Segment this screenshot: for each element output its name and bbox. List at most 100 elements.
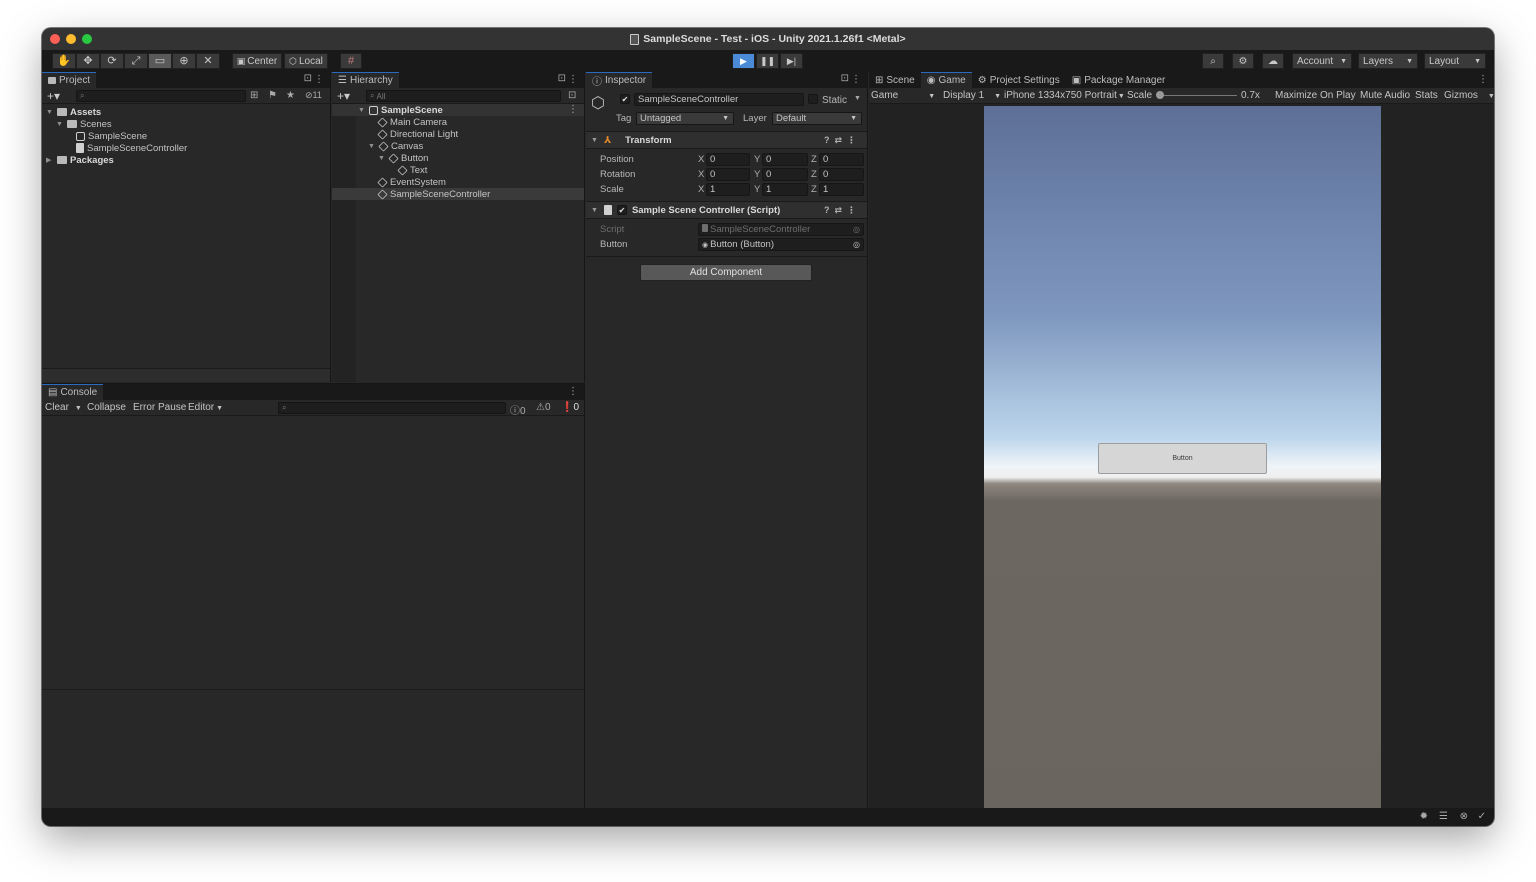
component-header-icons[interactable]: ?⇄⋮ (824, 205, 861, 216)
position-y-field[interactable]: 0 (762, 153, 808, 166)
object-name-field[interactable]: SampleSceneController (634, 93, 804, 106)
scene-visibility-icon[interactable]: ⊡ (568, 90, 576, 101)
object-picker-icon[interactable]: ◎ (853, 240, 860, 249)
static-checkbox[interactable] (808, 94, 818, 104)
maximize-window-button[interactable] (82, 34, 92, 44)
scale-x-field[interactable]: 1 (706, 183, 750, 196)
scale-tool-button[interactable]: ⤢ (124, 53, 148, 69)
cloud-button[interactable]: ☁ (1262, 53, 1284, 69)
tree-item-controller-script[interactable]: SampleSceneController (76, 142, 187, 154)
game-view-canvas[interactable]: Button (984, 106, 1381, 808)
hierarchy-item-text[interactable]: Text (397, 164, 427, 176)
tab-inspector[interactable]: ⓘ Inspector (586, 72, 653, 88)
play-button[interactable]: ▶ (732, 53, 755, 69)
scale-z-field[interactable]: 1 (819, 183, 864, 196)
script-component-header[interactable]: ▼ ✔ Sample Scene Controller (Script) ?⇄⋮ (586, 201, 867, 219)
kebab-menu-icon[interactable]: ⋮ (568, 386, 578, 397)
create-plus-button[interactable]: +▾ (47, 89, 60, 103)
static-dropdown-icon[interactable]: ▼ (854, 95, 861, 102)
close-window-button[interactable] (50, 34, 60, 44)
network-icon[interactable]: ⊗ (1460, 811, 1468, 822)
rotate-tool-button[interactable]: ⟳ (100, 53, 124, 69)
tab-package-manager[interactable]: ▣ Package Manager (1066, 72, 1172, 88)
tab-hierarchy[interactable]: ☰ Hierarchy (332, 72, 399, 88)
minimize-window-button[interactable] (66, 34, 76, 44)
hidden-packages-toggle[interactable]: ⊘11 (305, 90, 322, 101)
console-error-pause-button[interactable]: Error Pause (133, 402, 186, 413)
add-component-button[interactable]: Add Component (640, 264, 812, 281)
pause-button[interactable]: ❚❚ (756, 53, 779, 69)
tag-dropdown[interactable]: Untagged ▼ (636, 112, 734, 125)
expand-arrow-icon[interactable]: ▼ (56, 121, 64, 128)
hierarchy-item-scene[interactable]: ▼ SampleScene (358, 104, 443, 116)
collab-button[interactable]: ⚙ (1232, 53, 1254, 69)
kebab-menu-icon[interactable]: ⋮ (1478, 74, 1488, 85)
console-search-input[interactable]: ⌕ (278, 402, 506, 414)
hierarchy-search-input[interactable]: ⌕ All (366, 90, 561, 102)
scale-slider-track[interactable] (1159, 95, 1237, 96)
resolution-dropdown[interactable]: iPhone 1334x750 Portrait▼ (1004, 90, 1125, 101)
game-ui-button[interactable]: Button (1098, 443, 1267, 474)
layout-dropdown[interactable]: Layout ▼ (1424, 53, 1486, 69)
tree-item-assets[interactable]: ▼ Assets (46, 106, 101, 118)
stats-toggle[interactable]: Stats (1415, 90, 1438, 101)
console-detail-area[interactable] (42, 691, 584, 808)
tab-project-settings[interactable]: ⚙ Project Settings (972, 72, 1066, 88)
tab-console[interactable]: ▤ Console (42, 384, 104, 400)
console-collapse-button[interactable]: Collapse (87, 402, 126, 413)
active-checkbox[interactable]: ✔ (620, 94, 630, 104)
project-search-input[interactable]: ⌕ (76, 90, 246, 102)
kebab-menu-icon[interactable]: ⋮ (851, 74, 861, 85)
console-error-toggle[interactable]: ❗0 (561, 402, 579, 413)
component-header-icons[interactable]: ?⇄⋮ (824, 135, 861, 146)
tab-project[interactable]: Project (42, 72, 97, 88)
tab-game[interactable]: ◉ Game (920, 72, 972, 88)
rotation-z-field[interactable]: 0 (819, 168, 864, 181)
check-icon[interactable]: ✓ (1478, 811, 1486, 822)
expand-arrow-icon[interactable]: ▼ (358, 107, 366, 114)
tree-item-sample-scene[interactable]: SampleScene (76, 130, 147, 142)
hand-tool-button[interactable]: ✋ (52, 53, 76, 69)
grid-snap-button[interactable]: # (340, 53, 362, 69)
layers-dropdown[interactable]: Layers ▼ (1358, 53, 1418, 69)
console-warning-toggle[interactable]: ⚠0 (536, 402, 551, 413)
search-button[interactable]: ⌕ (1202, 53, 1224, 69)
gizmos-dropdown[interactable]: Gizmos ▼ (1444, 90, 1494, 101)
hierarchy-item-directional-light[interactable]: Directional Light (377, 128, 458, 140)
create-plus-button[interactable]: +▾ (337, 89, 350, 103)
hierarchy-item-controller[interactable]: SampleSceneController (377, 188, 490, 200)
filter-label-icon[interactable]: ⚑ (268, 90, 277, 101)
lock-icon[interactable]: ⊡ (841, 73, 849, 84)
rotation-x-field[interactable]: 0 (706, 168, 750, 181)
gameobject-cube-icon[interactable]: ⬡ (591, 93, 605, 113)
tree-item-scenes[interactable]: ▼ Scenes (56, 118, 112, 130)
hierarchy-item-main-camera[interactable]: Main Camera (377, 116, 447, 128)
button-reference-field[interactable]: ◉ Button (Button) ◎ (698, 238, 864, 251)
rect-tool-button[interactable]: ▭ (148, 53, 172, 69)
collapse-arrow-icon[interactable]: ▼ (591, 137, 598, 144)
tree-item-packages[interactable]: ▶ Packages (46, 154, 114, 166)
maximize-on-play-toggle[interactable]: Maximize On Play (1275, 90, 1356, 101)
filter-type-icon[interactable]: ⊞ (250, 90, 258, 101)
hierarchy-item-event-system[interactable]: EventSystem (377, 176, 446, 188)
collapse-arrow-icon[interactable]: ▼ (591, 207, 598, 214)
scale-slider-thumb[interactable] (1156, 91, 1164, 99)
lock-icon[interactable]: ⊡ (304, 73, 312, 84)
pivot-local-toggle[interactable]: ⬡ Local (284, 53, 328, 69)
custom-tool-button[interactable]: ✕ (196, 53, 220, 69)
visibility-gutter[interactable] (332, 104, 356, 382)
tab-scene[interactable]: ⊞ Scene (869, 72, 921, 88)
layers-icon[interactable]: ☰ (1439, 811, 1448, 822)
transform-component-header[interactable]: ▼ ⅄ Transform ?⇄⋮ (586, 131, 867, 149)
kebab-menu-icon[interactable]: ⋮ (568, 74, 578, 85)
game-mode-dropdown[interactable]: Game ▼ (871, 90, 935, 101)
rotation-y-field[interactable]: 0 (762, 168, 808, 181)
position-x-field[interactable]: 0 (706, 153, 750, 166)
script-enabled-checkbox[interactable]: ✔ (616, 205, 627, 215)
hierarchy-item-canvas[interactable]: ▼ Canvas (368, 140, 423, 152)
pivot-center-toggle[interactable]: ▣ Center (232, 53, 282, 69)
kebab-menu-icon[interactable]: ⋮ (314, 74, 324, 85)
expand-arrow-icon[interactable]: ▼ (378, 155, 386, 162)
collapse-arrow-icon[interactable]: ▶ (46, 156, 54, 164)
hierarchy-item-button[interactable]: ▼ Button (378, 152, 428, 164)
